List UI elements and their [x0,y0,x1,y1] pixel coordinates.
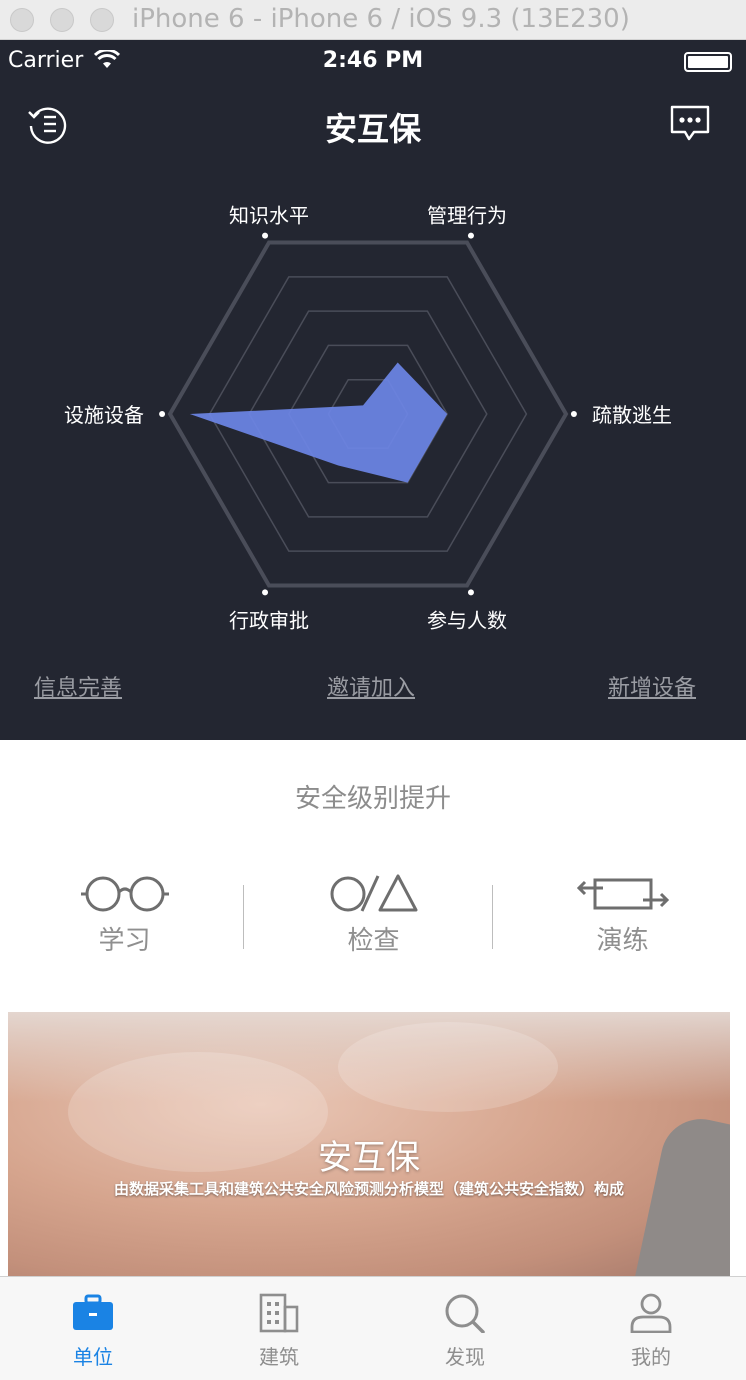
radar-axis-label: 行政审批 [229,608,309,632]
tab-unit-label: 单位 [73,1345,113,1369]
window-title: iPhone 6 - iPhone 6 / iOS 9.3 (13E230) [132,4,630,34]
radar-axis-dot [159,411,166,417]
inspect-button[interactable]: 检查 [249,870,498,970]
quick-links: 信息完善 邀请加入 新增设备 [0,670,746,710]
simulator-title-bar: iPhone 6 - iPhone 6 / iOS 9.3 (13E230) [0,0,746,40]
tab-bar: 单位 建筑 发现 我的 [0,1276,746,1380]
search-icon [445,1294,485,1333]
drill-label: 演练 [596,926,649,956]
learn-button[interactable]: 学习 [0,870,249,970]
glasses-icon [80,876,169,912]
promo-banner[interactable]: 安互保 由数据采集工具和建筑公共安全风险预测分析模型（建筑公共安全指数）构成 [8,1012,730,1276]
section-title: 安全级别提升 [294,784,451,814]
banner-title: 安互保 [318,1138,420,1178]
tab-discover[interactable]: 发现 [372,1277,558,1380]
radar-axis-dot [467,232,474,239]
banner-subtitle: 由数据采集工具和建筑公共安全风险预测分析模型（建筑公共安全指数）构成 [113,1180,624,1198]
tab-mine[interactable]: 我的 [558,1277,744,1380]
tab-mine-label: 我的 [631,1345,671,1369]
add-device-link[interactable]: 新增设备 [608,670,696,702]
building-icon [259,1293,299,1333]
circle-triangle-icon [330,874,417,912]
tab-building-label: 建筑 [259,1345,299,1369]
radar-axis-label: 知识水平 [229,204,309,228]
minimize-window-dot[interactable] [50,8,74,32]
drill-button[interactable]: 演练 [498,870,746,970]
inspect-label: 检查 [347,926,400,956]
drill-arrows-icon [576,878,669,910]
tab-building[interactable]: 建筑 [186,1277,372,1380]
tab-discover-label: 发现 [445,1345,485,1369]
tab-unit[interactable]: 单位 [0,1277,186,1380]
user-icon [630,1293,672,1333]
radar-axis-dot [262,232,269,239]
divider [243,885,244,949]
radar-axis-dot [262,589,269,596]
zoom-window-dot[interactable] [90,8,114,32]
invite-link[interactable]: 邀请加入 [327,670,415,702]
info-complete-link[interactable]: 信息完善 [34,670,122,702]
banner-highlight [338,1022,558,1112]
radar-axis-label: 疏散逃生 [592,403,672,427]
radar-axis-dot [570,411,577,417]
divider [492,885,493,949]
radar-axis-label: 设施设备 [64,403,144,427]
learn-label: 学习 [98,926,151,956]
radar-chart: 管理行为疏散逃生参与人数 行政审批 设施设备 知识水平 [64,204,672,633]
radar-axis-dot [467,589,474,596]
briefcase-icon [73,1294,113,1330]
radar-axis-label: 参与人数 [427,608,507,632]
radar-axis-label: 管理行为 [427,204,507,228]
close-window-dot[interactable] [10,8,34,32]
